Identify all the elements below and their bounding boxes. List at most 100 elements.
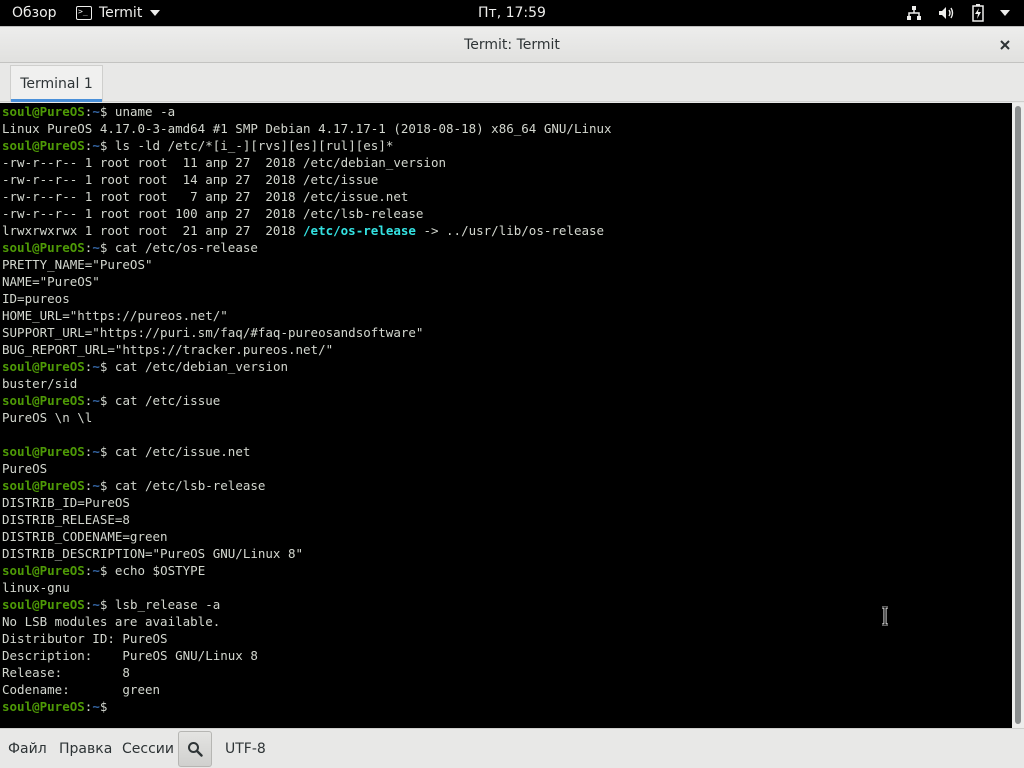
- terminal-command-line: soul@PureOS:~$ cat /etc/issue.net: [2, 443, 1012, 460]
- terminal-command-line: soul@PureOS:~$ lsb_release -a: [2, 596, 1012, 613]
- command-text: ls -ld /etc/*[i_-][rvs][es][rul][es]*: [107, 138, 394, 153]
- output-text: Linux PureOS 4.17.0-3-amd64 #1 SMP Debia…: [2, 121, 612, 136]
- terminal-output-line: PureOS \n \l: [2, 409, 1012, 426]
- tab-strip: Terminal 1: [0, 64, 1024, 102]
- prompt-user: soul@PureOS: [2, 597, 85, 612]
- terminal-command-line: soul@PureOS:~$ cat /etc/lsb-release: [2, 477, 1012, 494]
- output-text: Codename: green: [2, 682, 161, 697]
- prompt-user: soul@PureOS: [2, 104, 85, 119]
- prompt-user: soul@PureOS: [2, 359, 85, 374]
- battery-icon[interactable]: [972, 4, 984, 22]
- terminal-output-line: -rw-r--r-- 1 root root 7 апр 27 2018 /et…: [2, 188, 1012, 205]
- symlink-name: /etc/os-release: [303, 223, 416, 238]
- prompt-user: soul@PureOS: [2, 478, 85, 493]
- terminal-output-line: -rw-r--r-- 1 root root 11 апр 27 2018 /e…: [2, 154, 1012, 171]
- terminal-output-line: -rw-r--r-- 1 root root 14 апр 27 2018 /e…: [2, 171, 1012, 188]
- search-icon: [188, 742, 203, 757]
- output-text: ID=pureos: [2, 291, 70, 306]
- prompt-path: ~: [92, 138, 100, 153]
- output-text: -rw-r--r-- 1 root root 14 апр 27 2018 /e…: [2, 172, 379, 187]
- output-text: Release: 8: [2, 665, 130, 680]
- terminal-output-line: lrwxrwxrwx 1 root root 21 апр 27 2018 /e…: [2, 222, 1012, 239]
- terminal-view[interactable]: soul@PureOS:~$ uname -a Linux PureOS 4.17…: [0, 103, 1012, 728]
- terminal-output-line: SUPPORT_URL="https://puri.sm/faq/#faq-pu…: [2, 324, 1012, 341]
- terminal-command-line: soul@PureOS:~$ ls -ld /etc/*[i_-][rvs][e…: [2, 137, 1012, 154]
- scrollbar-thumb[interactable]: [1015, 106, 1021, 724]
- search-button[interactable]: [178, 731, 212, 767]
- top-bar: Обзор Termit Пт, 17:59: [0, 0, 1024, 26]
- system-tray[interactable]: [906, 0, 1010, 26]
- prompt-path: ~: [92, 393, 100, 408]
- output-text: Description: PureOS GNU/Linux 8: [2, 648, 258, 663]
- network-icon[interactable]: [906, 5, 922, 21]
- terminal-output-line: Codename: green: [2, 681, 1012, 698]
- output-text: No LSB modules are available.: [2, 614, 221, 629]
- title-bar[interactable]: Termit: Termit: [0, 27, 1024, 63]
- terminal-output-line: PureOS: [2, 460, 1012, 477]
- vertical-scrollbar[interactable]: [1012, 103, 1024, 728]
- prompt-path: ~: [92, 359, 100, 374]
- prompt-user: soul@PureOS: [2, 240, 85, 255]
- command-text: [107, 699, 115, 714]
- terminal-output-line: DISTRIB_DESCRIPTION="PureOS GNU/Linux 8": [2, 545, 1012, 562]
- output-text: -> ../usr/lib/os-release: [415, 223, 605, 238]
- output-text: PureOS \n \l: [2, 410, 93, 425]
- output-text: Distributor ID: PureOS: [2, 631, 168, 646]
- window-title: Termit: Termit: [464, 37, 560, 53]
- terminal-output-line: DISTRIB_CODENAME=green: [2, 528, 1012, 545]
- output-text: buster/sid: [2, 376, 78, 391]
- terminal-output-line: Linux PureOS 4.17.0-3-amd64 #1 SMP Debia…: [2, 120, 1012, 137]
- bottom-menu-bar: Файл Правка Сессии UTF-8: [0, 728, 1024, 768]
- clock[interactable]: Пт, 17:59: [0, 0, 1024, 26]
- output-text: DISTRIB_ID=PureOS: [2, 495, 130, 510]
- command-text: cat /etc/os-release: [107, 240, 258, 255]
- output-text: -rw-r--r-- 1 root root 11 апр 27 2018 /e…: [2, 155, 447, 170]
- power-menu-icon[interactable]: [1000, 9, 1010, 17]
- terminal-output: soul@PureOS:~$ uname -a Linux PureOS 4.17…: [0, 103, 1012, 715]
- prompt-user: soul@PureOS: [2, 393, 85, 408]
- output-text: -rw-r--r-- 1 root root 7 апр 27 2018 /et…: [2, 189, 409, 204]
- command-text: lsb_release -a: [107, 597, 221, 612]
- prompt-user: soul@PureOS: [2, 138, 85, 153]
- menu-sessions[interactable]: Сессии: [122, 729, 174, 768]
- output-text: lrwxrwxrwx 1 root root 21 апр 27 2018: [2, 223, 304, 238]
- terminal-command-line: soul@PureOS:~$ cat /etc/issue: [2, 392, 1012, 409]
- volume-icon[interactable]: [938, 5, 956, 21]
- output-text: linux-gnu: [2, 580, 70, 595]
- terminal-command-line: soul@PureOS:~$ cat /etc/debian_version: [2, 358, 1012, 375]
- output-text: DISTRIB_RELEASE=8: [2, 512, 130, 527]
- menu-edit[interactable]: Правка: [59, 729, 112, 768]
- prompt-path: ~: [92, 104, 100, 119]
- command-text: cat /etc/debian_version: [107, 359, 289, 374]
- prompt-path: ~: [92, 478, 100, 493]
- terminal-output-line: -rw-r--r-- 1 root root 100 апр 27 2018 /…: [2, 205, 1012, 222]
- command-text: uname -a: [107, 104, 176, 119]
- output-text: HOME_URL="https://pureos.net/": [2, 308, 228, 323]
- terminal-output-line: NAME="PureOS": [2, 273, 1012, 290]
- terminal-output-line: PRETTY_NAME="PureOS": [2, 256, 1012, 273]
- text-cursor-icon: [882, 606, 888, 626]
- terminal-command-line: soul@PureOS:~$ echo $OSTYPE: [2, 562, 1012, 579]
- tab-terminal-1[interactable]: Terminal 1: [10, 65, 103, 102]
- encoding-label[interactable]: UTF-8: [225, 729, 266, 768]
- prompt-user: soul@PureOS: [2, 699, 85, 714]
- terminal-output-line: buster/sid: [2, 375, 1012, 392]
- output-text: DISTRIB_CODENAME=green: [2, 529, 168, 544]
- close-button[interactable]: [996, 36, 1014, 54]
- terminal-command-line: soul@PureOS:~$ uname -a: [2, 103, 1012, 120]
- terminal-output-line: DISTRIB_ID=PureOS: [2, 494, 1012, 511]
- command-text: cat /etc/lsb-release: [107, 478, 266, 493]
- prompt-path: ~: [92, 240, 100, 255]
- termit-window: Termit: Termit Terminal 1 soul@PureOS:~$…: [0, 26, 1024, 768]
- output-text: PureOS: [2, 461, 48, 476]
- terminal-output-line: Description: PureOS GNU/Linux 8: [2, 647, 1012, 664]
- terminal-output-line: linux-gnu: [2, 579, 1012, 596]
- terminal-command-line: soul@PureOS:~$ cat /etc/os-release: [2, 239, 1012, 256]
- close-icon: [1000, 40, 1010, 50]
- output-text: -rw-r--r-- 1 root root 100 апр 27 2018 /…: [2, 206, 424, 221]
- terminal-command-line: soul@PureOS:~$: [2, 698, 1012, 715]
- output-text: SUPPORT_URL="https://puri.sm/faq/#faq-pu…: [2, 325, 424, 340]
- command-text: echo $OSTYPE: [107, 563, 206, 578]
- menu-file[interactable]: Файл: [8, 729, 47, 768]
